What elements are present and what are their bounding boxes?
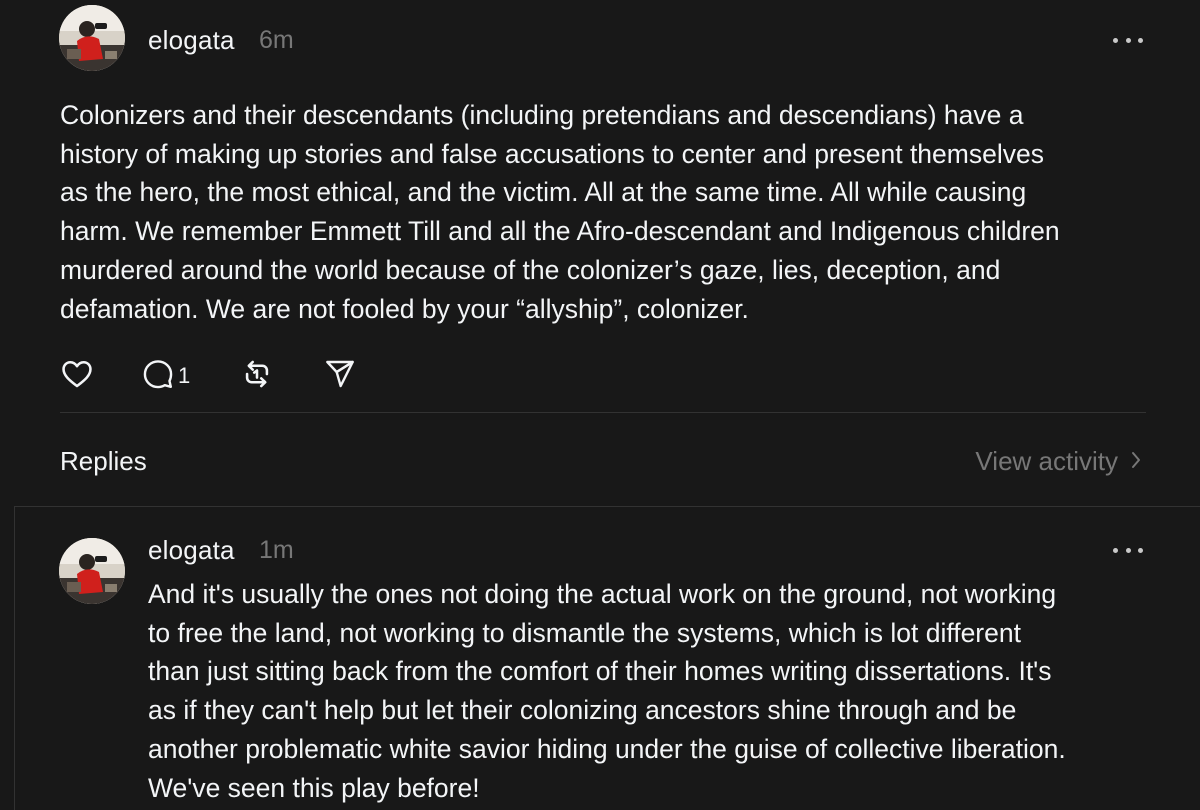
repost-button[interactable] xyxy=(240,356,274,396)
heart-icon xyxy=(60,357,94,396)
post-body: Colonizers and their descendants (includ… xyxy=(60,100,1060,324)
reply-button[interactable]: 1 xyxy=(142,356,190,396)
send-icon xyxy=(324,358,356,395)
view-activity-link[interactable]: View activity xyxy=(975,446,1142,477)
reply-avatar[interactable] xyxy=(59,538,125,604)
share-button[interactable] xyxy=(324,356,356,396)
avatar[interactable] xyxy=(59,5,125,71)
reply-username[interactable]: elogata xyxy=(148,535,235,566)
like-button[interactable] xyxy=(60,356,94,396)
divider xyxy=(14,506,1200,507)
more-options-icon[interactable] xyxy=(1113,35,1143,45)
post-timestamp: 6m xyxy=(259,26,294,54)
thread-rail xyxy=(14,506,15,810)
post-username[interactable]: elogata xyxy=(148,25,235,56)
divider xyxy=(60,412,1146,413)
repost-icon xyxy=(240,357,274,396)
reply-timestamp: 1m xyxy=(259,536,294,564)
chevron-right-icon xyxy=(1130,446,1142,477)
comment-icon xyxy=(142,358,174,395)
reply-more-options-icon[interactable] xyxy=(1113,545,1143,555)
reply-count: 1 xyxy=(178,363,191,388)
view-activity-label: View activity xyxy=(975,446,1118,476)
reply-body: And it's usually the ones not doing the … xyxy=(148,579,1066,803)
replies-title: Replies xyxy=(60,446,147,476)
